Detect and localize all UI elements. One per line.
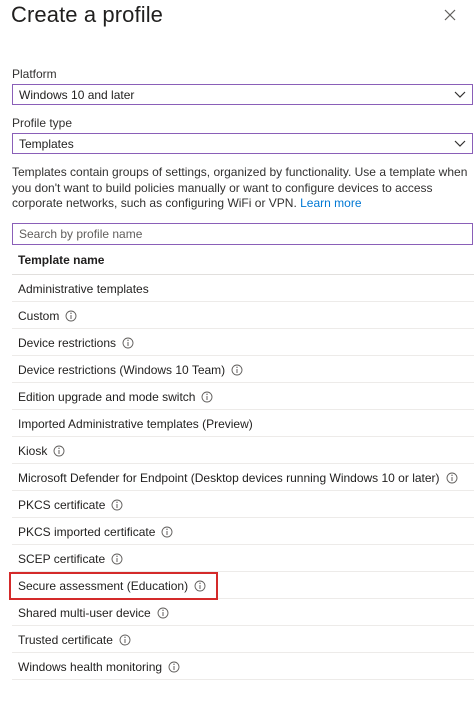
platform-label: Platform [12,67,57,81]
template-row[interactable]: PKCS certificate [12,491,474,518]
template-row[interactable]: SCEP certificate [12,545,474,572]
template-row[interactable]: Edition upgrade and mode switch [12,383,474,410]
template-row[interactable]: Microsoft Defender for Endpoint (Desktop… [12,464,474,491]
info-icon[interactable] [161,526,173,538]
chevron-down-icon [454,140,466,147]
template-row[interactable]: Imported Administrative templates (Previ… [12,410,474,437]
info-icon[interactable] [53,445,65,457]
template-name: Administrative templates [18,282,149,296]
search-input[interactable] [12,223,473,245]
info-icon[interactable] [201,391,213,403]
template-name: Device restrictions (Windows 10 Team) [18,363,243,377]
column-header-template-name: Template name [18,253,105,267]
template-name: PKCS certificate [18,498,123,512]
template-row[interactable]: Device restrictions [12,329,474,356]
profile-type-label: Profile type [12,116,73,130]
template-row[interactable]: PKCS imported certificate [12,518,474,545]
template-name: Custom [18,309,77,323]
template-row[interactable]: Device restrictions (Windows 10 Team) [12,356,474,383]
platform-dropdown[interactable]: Windows 10 and later [12,84,473,105]
template-row[interactable]: Administrative templates [12,275,474,302]
profile-type-dropdown[interactable]: Templates [12,133,473,154]
info-icon[interactable] [111,553,123,565]
template-name: Kiosk [18,444,65,458]
info-icon[interactable] [122,337,134,349]
template-name: Windows health monitoring [18,660,180,674]
template-name: PKCS imported certificate [18,525,173,539]
template-name: Imported Administrative templates (Previ… [18,417,253,431]
info-icon[interactable] [168,661,180,673]
template-name: Edition upgrade and mode switch [18,390,213,404]
template-name: Microsoft Defender for Endpoint (Desktop… [18,471,458,485]
highlight-box [9,572,218,600]
platform-value: Windows 10 and later [19,88,135,102]
template-name: Trusted certificate [18,633,131,647]
info-icon[interactable] [111,499,123,511]
template-row[interactable]: Trusted certificate [12,626,474,653]
description-text: Templates contain groups of settings, or… [12,165,468,210]
template-row[interactable]: Shared multi-user device [12,599,474,626]
close-icon[interactable] [443,8,457,22]
info-icon[interactable] [65,310,77,322]
info-icon[interactable] [446,472,458,484]
learn-more-link[interactable]: Learn more [300,196,361,210]
panel-title: Create a profile [11,2,164,27]
row-divider [12,679,474,680]
template-name: SCEP certificate [18,552,123,566]
template-name: Shared multi-user device [18,606,169,620]
template-row[interactable]: Custom [12,302,474,329]
info-icon[interactable] [231,364,243,376]
profile-type-value: Templates [19,137,74,151]
chevron-down-icon [454,91,466,98]
template-row[interactable]: Kiosk [12,437,474,464]
templates-description: Templates contain groups of settings, or… [12,165,472,212]
info-icon[interactable] [119,634,131,646]
template-name: Device restrictions [18,336,134,350]
info-icon[interactable] [157,607,169,619]
template-row[interactable]: Windows health monitoring [12,653,474,680]
